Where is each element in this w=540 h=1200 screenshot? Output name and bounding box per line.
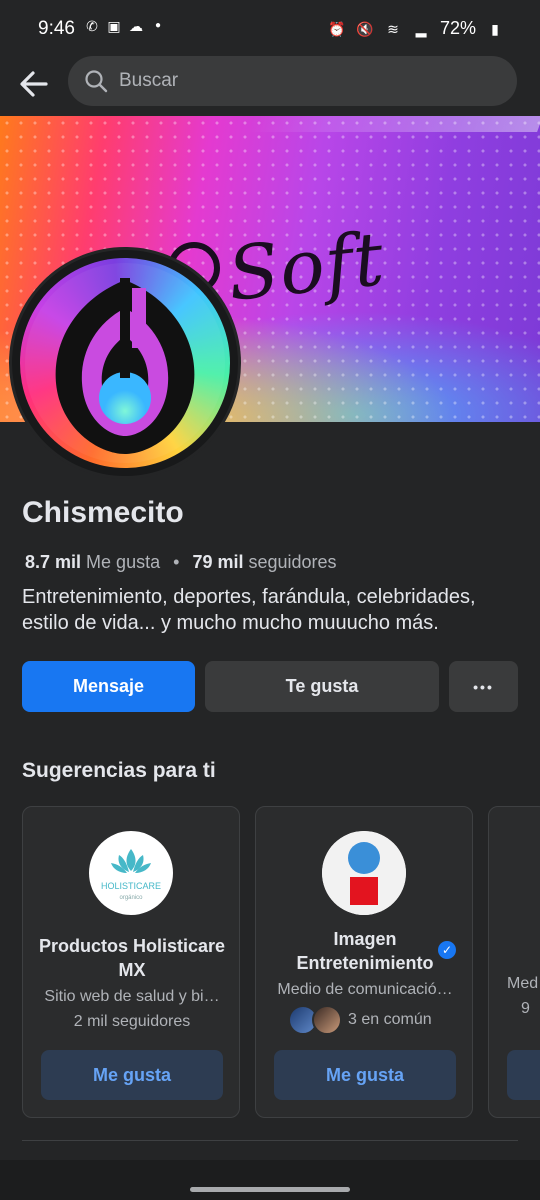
more-options-button[interactable]: •••	[449, 661, 518, 712]
battery-icon: ▮	[491, 20, 499, 37]
search-input[interactable]: Buscar	[68, 56, 517, 106]
verified-badge-icon: ✓	[438, 941, 456, 959]
suggestion-card-imagen-entretenimiento[interactable]: Imagen Entretenimiento ✓ Medio de comuni…	[255, 806, 473, 1118]
alarm-icon: ⏰	[328, 20, 346, 37]
profile-avatar[interactable]	[12, 250, 238, 476]
section-divider	[22, 1140, 518, 1141]
top-bar: Buscar	[0, 56, 540, 116]
gallery-icon: ▣	[107, 18, 121, 34]
back-arrow-icon[interactable]	[16, 66, 52, 102]
page-description: Entretenimiento, deportes, farándula, ce…	[22, 586, 476, 634]
separator-dot: •	[173, 552, 180, 572]
search-icon	[84, 69, 108, 98]
mutual-avatar	[312, 1005, 342, 1035]
imagen-logo[interactable]	[322, 831, 406, 915]
notification-icons: ✆ ▣ ☁ ●	[84, 18, 166, 34]
followers-count: 79 mil	[192, 552, 244, 572]
battery-percent: 72%	[439, 18, 476, 38]
suggestion-card-holisticare[interactable]: HOLISTICARE orgánico Productos Holistica…	[22, 806, 240, 1118]
system-status: ⏰ 🔇 ≋ ▂ 72% ▮	[328, 18, 504, 39]
like-button[interactable]: Me gusta	[274, 1050, 456, 1100]
mutual-count: 3 en común	[348, 1011, 432, 1028]
card-title: Imagen Entretenimiento	[266, 927, 464, 975]
card-title-line2: Entretenimiento	[296, 953, 434, 973]
card-category: Med	[507, 975, 539, 992]
card-category: Sitio web de salud y bi…	[44, 988, 220, 1005]
svg-text:HOLISTICARE: HOLISTICARE	[101, 881, 161, 891]
lotus-icon: HOLISTICARE orgánico	[101, 849, 161, 901]
wifi-icon: ≋	[387, 20, 399, 37]
music-note-logo-icon	[25, 263, 225, 463]
like-button[interactable]: Me gusta	[41, 1050, 223, 1100]
card-title: Productos Holisticare MX	[38, 936, 226, 980]
mutual-friends: 3 en común	[288, 1005, 432, 1035]
imagen-logo-icon	[322, 831, 406, 915]
more-dots-icon: •••	[473, 678, 494, 695]
holisticare-logo[interactable]: HOLISTICARE orgánico	[89, 831, 173, 915]
followers-label: seguidores	[248, 552, 337, 572]
gesture-nav-bar[interactable]	[190, 1187, 350, 1192]
svg-text:orgánico: orgánico	[119, 895, 143, 901]
suggestions-title: Sugerencias para ti	[22, 759, 216, 782]
card-followers: 2 mil seguidores	[73, 1013, 191, 1030]
suggestion-card-partial[interactable]: Med 9	[488, 806, 540, 1118]
status-time: 9:46	[38, 18, 75, 39]
next-section	[0, 1160, 540, 1200]
card-title-line1: Imagen	[333, 929, 397, 949]
dot-icon: ●	[154, 20, 162, 31]
message-button-label: Mensaje	[72, 676, 145, 696]
message-button[interactable]: Mensaje	[22, 661, 195, 712]
page-stats: 8.7 mil Me gusta • 79 mil seguidores	[25, 552, 337, 573]
cloud-icon: ☁	[129, 18, 143, 34]
likes-count: 8.7 mil	[25, 552, 82, 572]
card-followers: 9	[521, 1000, 530, 1017]
mute-icon: 🔇	[356, 20, 374, 37]
whatsapp-icon: ✆	[86, 18, 98, 34]
liked-button-label: Te gusta	[285, 676, 359, 696]
likes-label: Me gusta	[86, 552, 161, 572]
liked-button[interactable]: Te gusta	[205, 661, 439, 712]
like-button[interactable]	[507, 1050, 540, 1100]
signal-icon: ▂	[415, 20, 427, 37]
cover-brand-text: Soft	[223, 216, 389, 318]
search-placeholder: Buscar	[119, 70, 179, 91]
status-bar: 9:46 ✆ ▣ ☁ ● ⏰ 🔇 ≋ ▂ 72% ▮	[0, 0, 540, 56]
page-title: Chismecito	[22, 496, 184, 529]
card-category: Medio de comunicació…	[277, 981, 453, 998]
